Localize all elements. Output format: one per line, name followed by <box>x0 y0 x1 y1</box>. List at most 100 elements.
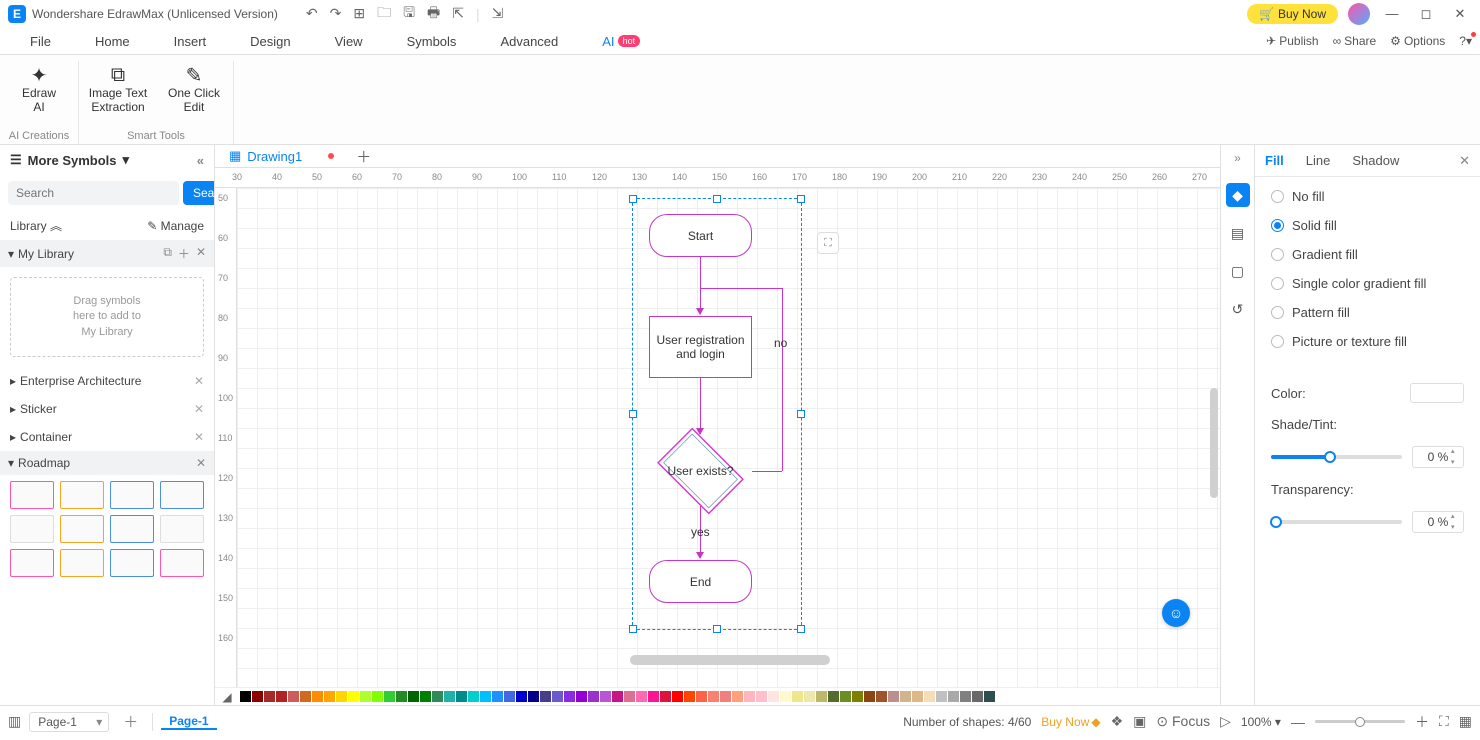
color-swatch[interactable] <box>540 691 551 702</box>
spin-up-icon[interactable]: ▴ <box>1451 448 1461 455</box>
document-tab[interactable]: ▦ Drawing1 <box>219 148 344 164</box>
vertical-scrollbar[interactable] <box>1210 388 1218 498</box>
shape-thumbnail[interactable] <box>10 515 54 543</box>
color-swatch[interactable] <box>372 691 383 702</box>
shape-thumbnail[interactable] <box>60 481 104 509</box>
page-tab[interactable]: Page-1 <box>161 714 216 730</box>
menu-ai[interactable]: AIhot <box>580 28 662 54</box>
my-library-dropzone[interactable]: Drag symbols here to add to My Library <box>10 277 204 357</box>
close-icon[interactable]: ✕ <box>196 245 206 262</box>
new-folder-icon[interactable]: ⧉ <box>163 245 172 262</box>
image-text-extraction-button[interactable]: ⧉ Image Text Extraction <box>83 61 153 128</box>
color-swatch[interactable] <box>636 691 647 702</box>
maximize-button[interactable]: ◻ <box>1414 6 1438 22</box>
symbol-search-input[interactable] <box>8 181 179 205</box>
fill-option-no-fill[interactable]: No fill <box>1271 189 1464 204</box>
color-swatch[interactable] <box>396 691 407 702</box>
fill-tool-icon[interactable]: ◢ <box>219 690 235 704</box>
share-button[interactable]: ∞ Share <box>1333 34 1377 48</box>
publish-button[interactable]: ✈ Publish <box>1266 34 1318 48</box>
outline-icon[interactable]: ▣ <box>1133 713 1146 730</box>
zoom-out-button[interactable]: — <box>1291 714 1305 730</box>
color-swatch[interactable] <box>900 691 911 702</box>
undo-icon[interactable]: ↶ <box>306 5 318 22</box>
color-swatch[interactable] <box>936 691 947 702</box>
color-swatch[interactable] <box>960 691 971 702</box>
collapse-left-panel-icon[interactable]: « <box>197 153 204 168</box>
resize-handle[interactable] <box>629 410 637 418</box>
add-page-button[interactable]: ＋ <box>117 711 144 732</box>
color-swatch[interactable] <box>792 691 803 702</box>
color-swatch[interactable] <box>684 691 695 702</box>
shape-thumbnail[interactable] <box>60 549 104 577</box>
minimize-button[interactable]: — <box>1380 6 1404 21</box>
open-icon[interactable]: 🗀 <box>377 2 391 26</box>
color-swatch[interactable] <box>564 691 575 702</box>
close-icon[interactable]: ✕ <box>194 430 204 444</box>
zoom-slider[interactable] <box>1315 720 1405 723</box>
shape-end[interactable]: End <box>649 560 752 603</box>
color-swatch[interactable] <box>504 691 515 702</box>
rail-present-icon[interactable]: ▢ <box>1226 259 1250 283</box>
color-swatch[interactable] <box>864 691 875 702</box>
color-swatch[interactable] <box>444 691 455 702</box>
menu-file[interactable]: File <box>8 28 73 54</box>
color-swatch[interactable] <box>276 691 287 702</box>
color-swatch[interactable] <box>312 691 323 702</box>
color-swatch[interactable] <box>300 691 311 702</box>
close-icon[interactable]: ✕ <box>194 402 204 416</box>
color-swatch[interactable] <box>612 691 623 702</box>
color-swatch[interactable] <box>528 691 539 702</box>
color-swatch[interactable] <box>948 691 959 702</box>
color-swatch[interactable] <box>516 691 527 702</box>
spin-up-icon[interactable]: ▴ <box>1451 513 1461 520</box>
color-swatch[interactable] <box>576 691 587 702</box>
color-swatch[interactable] <box>600 691 611 702</box>
resize-handle[interactable] <box>629 625 637 633</box>
shape-decision[interactable]: User exists? <box>649 436 752 506</box>
close-button[interactable]: ✕ <box>1448 6 1472 22</box>
color-swatch[interactable] <box>780 691 791 702</box>
color-swatch[interactable] <box>468 691 479 702</box>
color-swatch[interactable] <box>732 691 743 702</box>
color-swatch[interactable] <box>828 691 839 702</box>
shape-thumbnail[interactable] <box>10 481 54 509</box>
color-swatch[interactable] <box>360 691 371 702</box>
menu-insert[interactable]: Insert <box>152 28 229 54</box>
category-sticker[interactable]: ▸ Sticker✕ <box>0 395 214 423</box>
color-swatch[interactable] <box>264 691 275 702</box>
menu-home[interactable]: Home <box>73 28 152 54</box>
fill-option-picture-fill[interactable]: Picture or texture fill <box>1271 334 1464 349</box>
library-toggle[interactable]: Library ︽ <box>10 217 62 234</box>
color-swatch[interactable] <box>876 691 887 702</box>
color-swatch[interactable] <box>588 691 599 702</box>
spin-down-icon[interactable]: ▾ <box>1451 524 1461 531</box>
spin-down-icon[interactable]: ▾ <box>1451 459 1461 466</box>
color-swatch[interactable] <box>912 691 923 702</box>
one-click-edit-button[interactable]: ✎ One Click Edit <box>159 61 229 128</box>
transparency-slider[interactable] <box>1271 520 1402 524</box>
color-swatch[interactable] <box>756 691 767 702</box>
shape-thumbnail[interactable] <box>60 515 104 543</box>
tab-shadow[interactable]: Shadow <box>1352 153 1399 168</box>
page-selector[interactable]: Page-1 <box>29 712 109 732</box>
shade-slider[interactable] <box>1271 455 1402 459</box>
layers-icon[interactable]: ❖ <box>1111 713 1124 730</box>
new-icon[interactable]: ⊞ <box>353 5 365 22</box>
color-swatch[interactable] <box>984 691 995 702</box>
close-icon[interactable]: ✕ <box>196 456 206 470</box>
shape-start[interactable]: Start <box>649 214 752 257</box>
color-swatch[interactable] <box>852 691 863 702</box>
color-swatch[interactable] <box>456 691 467 702</box>
resize-handle[interactable] <box>713 195 721 203</box>
redo-icon[interactable]: ↷ <box>330 5 342 22</box>
print-icon[interactable]: 🖶 <box>427 2 440 26</box>
export-icon[interactable]: ⇱ <box>452 5 464 22</box>
color-swatch[interactable] <box>408 691 419 702</box>
new-tab-button[interactable]: ＋ <box>350 146 377 167</box>
connector[interactable] <box>752 471 782 472</box>
connector[interactable] <box>782 288 783 471</box>
horizontal-scrollbar[interactable] <box>630 655 830 665</box>
ai-assistant-bubble[interactable]: ☺ <box>1162 599 1190 627</box>
symbol-search-button[interactable]: Search <box>183 181 215 205</box>
